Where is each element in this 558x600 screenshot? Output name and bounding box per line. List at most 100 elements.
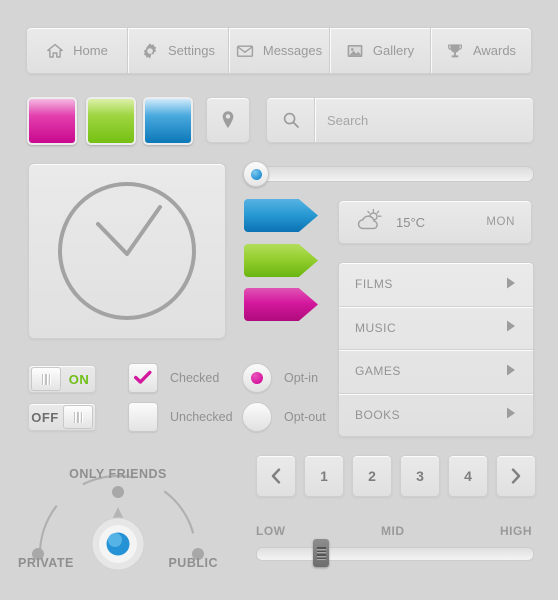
page-number: 1 [320,468,328,484]
arrow-tag-blue[interactable] [244,199,318,232]
map-pin-icon [222,111,234,129]
grip-line [316,547,326,549]
grip-line [45,373,47,385]
trophy-icon [446,42,464,60]
chevron-right-icon [505,406,517,423]
chevron-right-icon [505,276,517,293]
menu-item-label: MUSIC [355,320,397,335]
image-icon [346,42,364,60]
toggle-handle[interactable] [31,367,61,391]
nav-item-label: Awards [472,43,517,58]
nav-item-gallery[interactable]: Gallery [330,28,431,73]
range-label-high: HIGH [500,524,532,538]
privacy-knob-control[interactable]: ONLY FRIENDS PRIVATE PUBLIC [12,462,224,582]
privacy-label-only-friends[interactable]: ONLY FRIENDS [69,467,167,481]
nav-item-settings[interactable]: Settings [128,28,229,73]
radio-label: Opt-in [284,371,319,385]
clock-icon [58,182,196,320]
grip-line [48,373,51,385]
page-number: 2 [368,468,376,484]
toggle-label: OFF [31,409,59,425]
weather-widget[interactable]: 15°C MON [338,200,532,244]
sun-cloud-icon [355,208,385,237]
range-label-low: LOW [256,524,286,538]
top-slider-handle[interactable] [243,161,269,187]
range-slider-track[interactable] [256,539,534,567]
radio-selected[interactable] [242,363,272,393]
nav-item-awards[interactable]: Awards [431,28,531,73]
color-swatch-magenta[interactable] [27,97,77,145]
checkbox-row-checked[interactable]: Checked [128,363,219,393]
radio-row-opt-out[interactable]: Opt-out [242,402,326,432]
pagination-prev-button[interactable] [256,455,296,497]
range-label-mid: MID [381,524,405,538]
nav-item-home[interactable]: Home [27,28,128,73]
search-icon[interactable] [267,98,315,142]
checkbox-unchecked[interactable] [128,402,158,432]
color-swatch-blue[interactable] [143,97,193,145]
radio-unselected[interactable] [242,402,272,432]
category-menu-list: FILMS MUSIC GAMES BOOKS [338,262,534,437]
range-slider-handle[interactable] [313,539,329,567]
home-icon [46,42,64,60]
pagination-page-2[interactable]: 2 [352,455,392,497]
map-pin-button[interactable] [206,97,250,143]
chevron-left-icon [271,468,281,484]
pagination-page-3[interactable]: 3 [400,455,440,497]
radio-dot-icon [251,372,263,384]
chevron-right-icon [505,363,517,380]
search-bar [266,97,534,143]
weather-temperature: 15°C [396,214,426,230]
nav-item-label: Home [73,43,108,58]
checkbox-checked[interactable] [128,363,158,393]
pagination-page-1[interactable]: 1 [304,455,344,497]
grip-line [316,557,326,559]
pagination-page-4[interactable]: 4 [448,455,488,497]
pagination-next-button[interactable] [496,455,536,497]
menu-item-label: FILMS [355,277,393,292]
toggle-switch-off[interactable]: OFF [28,403,96,431]
main-navbar: Home Settings Messages Gallery Awards [26,27,532,74]
grip-line [316,550,326,552]
menu-item-films[interactable]: FILMS [339,263,533,307]
pagination: 1 2 3 4 [256,455,536,497]
checkbox-label: Unchecked [170,410,233,424]
nav-item-messages[interactable]: Messages [229,28,330,73]
toggle-switch-on[interactable]: ON [28,365,96,393]
menu-item-label: BOOKS [355,407,401,422]
envelope-icon [236,42,254,60]
range-slider-labels: LOW MID HIGH [256,524,532,538]
menu-item-games[interactable]: GAMES [339,350,533,394]
radio-row-opt-in[interactable]: Opt-in [242,363,318,393]
checkbox-label: Checked [170,371,220,385]
grip-line [77,411,79,423]
gear-icon [141,42,159,60]
nav-item-label: Settings [168,43,215,58]
menu-item-books[interactable]: BOOKS [339,394,533,437]
grip-line [73,411,76,423]
grip-line [316,554,326,556]
chevron-right-icon [511,468,521,484]
arrow-tag-magenta[interactable] [244,288,318,321]
page-number: 4 [464,468,472,484]
arrow-tag-green[interactable] [244,244,318,277]
checkbox-row-unchecked[interactable]: Unchecked [128,402,233,432]
search-input[interactable] [315,111,533,129]
radio-label: Opt-out [284,410,326,424]
menu-item-label: GAMES [355,364,401,379]
grip-line [41,373,44,385]
chevron-right-icon [505,319,517,336]
grip-line [80,411,83,423]
privacy-dot-only-friends [112,486,124,498]
menu-item-music[interactable]: MUSIC [339,307,533,350]
nav-item-label: Gallery [372,43,415,58]
privacy-label-private[interactable]: PRIVATE [18,556,74,570]
weather-day: MON [486,216,515,228]
color-swatch-green[interactable] [86,97,136,145]
privacy-label-public[interactable]: PUBLIC [168,556,218,570]
toggle-handle[interactable] [63,405,93,429]
top-slider-track[interactable] [243,161,534,187]
page-number: 3 [416,468,424,484]
checkmark-icon [134,370,152,384]
toggle-label: ON [68,371,90,387]
